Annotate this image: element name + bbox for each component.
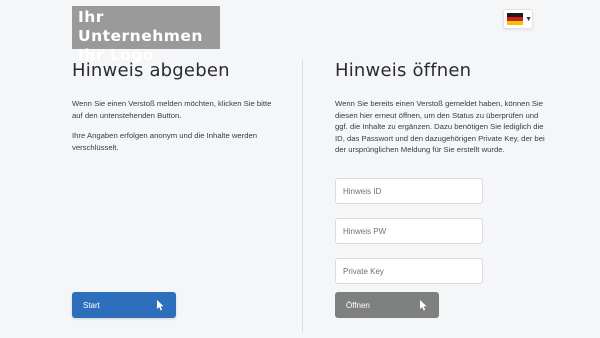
private-key-input[interactable] <box>335 258 483 284</box>
open-report-text: Wenn Sie bereits einen Verstoß gemeldet … <box>335 99 545 154</box>
pointer-icon <box>157 300 164 311</box>
chevron-down-icon: ▼ <box>525 15 532 23</box>
report-id-input[interactable] <box>335 178 483 204</box>
anonymity-note: Ihre Angaben erfolgen anonym und die Inh… <box>72 131 258 152</box>
open-report-section: Hinweis öffnen Wenn Sie bereits einen Ve… <box>335 60 545 165</box>
start-button-label: Start <box>83 300 100 310</box>
logo-line-1: Ihr Unternehmen <box>78 8 203 45</box>
language-selector[interactable]: ▼ <box>503 9 533 29</box>
open-button-label: Öffnen <box>346 300 370 310</box>
submit-report-section: Hinweis abgeben Wenn Sie einen Verstoß m… <box>72 60 282 162</box>
report-password-input[interactable] <box>335 218 483 244</box>
submit-report-title: Hinweis abgeben <box>72 60 230 81</box>
open-report-title: Hinweis öffnen <box>335 60 472 81</box>
pointer-icon <box>420 300 427 311</box>
start-button[interactable]: Start <box>72 292 176 318</box>
column-divider <box>302 60 303 332</box>
open-button[interactable]: Öffnen <box>335 292 439 318</box>
germany-flag-icon <box>507 13 524 25</box>
company-logo: Ihr Unternehmen Ihr Logo <box>72 6 220 64</box>
submit-report-text: Wenn Sie einen Verstoß melden möchten, k… <box>72 99 272 120</box>
